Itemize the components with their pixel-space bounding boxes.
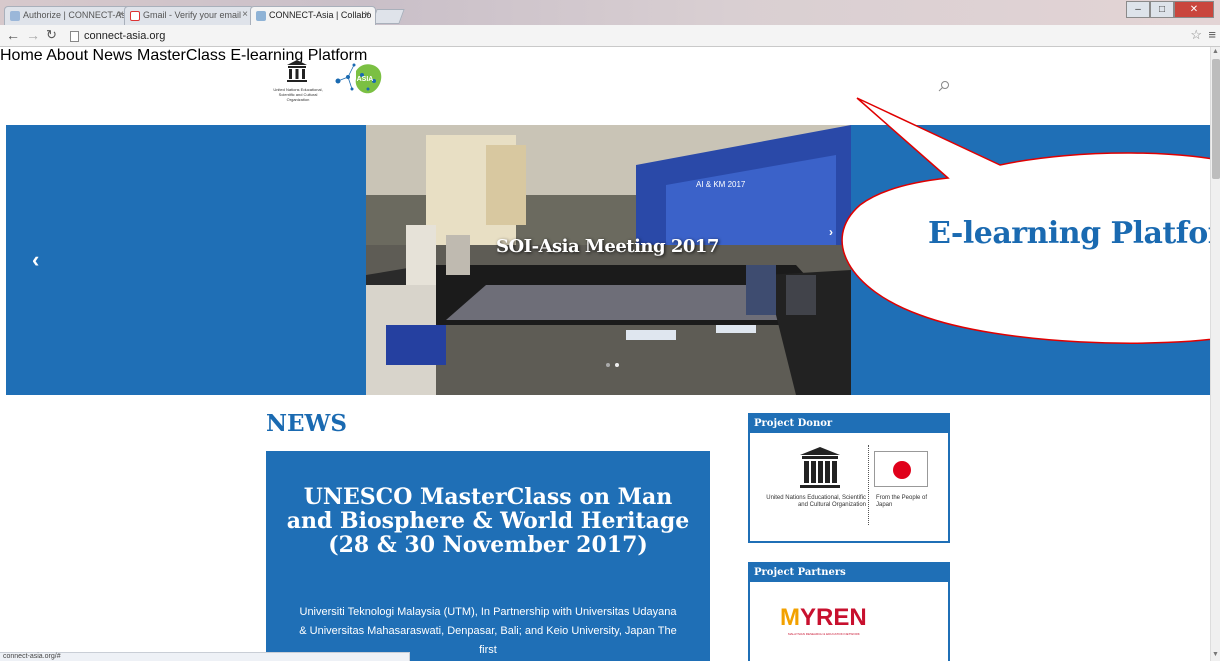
- browser-tab-connect-asia[interactable]: CONNECT-Asia | Collabo ×: [250, 6, 376, 25]
- myren-logo[interactable]: MYREN: [780, 604, 867, 632]
- donor-divider: [868, 445, 869, 525]
- nav-masterclass[interactable]: MasterClass: [137, 47, 226, 64]
- tab-label: Gmail - Verify your email: [143, 10, 242, 20]
- myren-subtitle: MALAYSIAN RESEARCH & EDUCATION NETWORK: [788, 632, 860, 636]
- tab-favicon-icon: [10, 11, 20, 21]
- gmail-icon: [130, 11, 140, 21]
- scrollbar-thumb[interactable]: [1212, 59, 1220, 179]
- back-arrow-icon[interactable]: ←: [6, 28, 20, 42]
- tab-label: Authorize | CONNECT-As: [23, 10, 126, 20]
- hero-banner-text: AI & KM 2017: [696, 180, 746, 189]
- slider-dot-active[interactable]: [615, 363, 619, 367]
- close-window-button[interactable]: ✕: [1174, 1, 1214, 18]
- hero-caption: SOI-Asia Meeting 2017: [496, 236, 719, 257]
- news-card-title[interactable]: UNESCO MasterClass on Man and Biosphere …: [286, 485, 690, 557]
- slider-next-icon[interactable]: ›: [829, 225, 833, 239]
- page-scrollbar[interactable]: ▲ ▼: [1210, 47, 1220, 661]
- tab-favicon-icon: [256, 11, 266, 21]
- slider-dots: [606, 363, 619, 367]
- browser-tab-bar: Authorize | CONNECT-As × Gmail - Verify …: [0, 0, 1220, 25]
- unesco-logo[interactable]: United Nations Educational, Scientific a…: [268, 57, 326, 113]
- maximize-button[interactable]: □: [1150, 1, 1174, 18]
- scroll-up-icon[interactable]: ▲: [1212, 48, 1219, 55]
- forward-arrow-icon[interactable]: →: [26, 28, 40, 42]
- meeting-photo: AI & KM 2017: [366, 125, 851, 395]
- browser-tab-authorize[interactable]: Authorize | CONNECT-As ×: [4, 6, 130, 25]
- main-nav: Home About News MasterClass E-learning P…: [0, 47, 1210, 65]
- close-tab-icon[interactable]: ×: [364, 9, 370, 20]
- japan-flag-icon: [874, 451, 928, 487]
- unesco-logo-caption: United Nations Educational, Scientific a…: [273, 87, 323, 102]
- connect-asia-logo[interactable]: ASIA: [332, 57, 386, 101]
- connect-logo-text: ASIA: [357, 76, 374, 83]
- page-icon: [70, 31, 79, 42]
- browser-toolbar: ← → ↻ connect-asia.org ☆ ≡: [0, 25, 1220, 47]
- japan-donor-text: From the People of Japan: [876, 495, 928, 508]
- search-icon[interactable]: [938, 80, 950, 92]
- nav-about[interactable]: About: [46, 47, 88, 64]
- news-heading: NEWS: [266, 410, 347, 437]
- hero-slider: AI & KM 2017 SOI-Asia Meeting 2017 ‹ ›: [6, 125, 1210, 395]
- address-bar[interactable]: connect-asia.org: [68, 28, 1193, 44]
- window-controls: – □ ✕: [1126, 1, 1214, 18]
- nav-home[interactable]: Home: [0, 47, 43, 64]
- status-bar-url: connect-asia.org/#: [0, 652, 410, 661]
- browser-tab-gmail[interactable]: Gmail - Verify your email ×: [124, 6, 254, 25]
- new-tab-button[interactable]: [371, 9, 405, 24]
- slider-prev-icon[interactable]: ‹: [32, 249, 39, 271]
- project-partners-title: Project Partners: [750, 564, 948, 582]
- nav-news[interactable]: News: [93, 47, 133, 64]
- tab-label: CONNECT-Asia | Collabo: [269, 10, 372, 20]
- close-tab-icon[interactable]: ×: [242, 9, 248, 20]
- unesco-donor-text: United Nations Educational, Scientific a…: [766, 495, 866, 508]
- project-donor-widget: Project Donor United Nations Educational…: [748, 413, 950, 543]
- browser-menu-icon[interactable]: ≡: [1208, 27, 1216, 42]
- reload-icon[interactable]: ↻: [46, 28, 57, 42]
- minimize-button[interactable]: –: [1126, 1, 1150, 18]
- project-partners-widget: Project Partners MYREN MALAYSIAN RESEARC…: [748, 562, 950, 661]
- bookmark-star-icon[interactable]: ☆: [1190, 27, 1202, 43]
- slider-dot[interactable]: [606, 363, 610, 367]
- unesco-donor-logo: [800, 447, 840, 488]
- scroll-down-icon[interactable]: ▼: [1212, 651, 1219, 658]
- address-bar-url: connect-asia.org: [84, 30, 166, 42]
- news-card[interactable]: UNESCO MasterClass on Man and Biosphere …: [266, 451, 710, 661]
- site-header: United Nations Educational, Scientific a…: [0, 47, 1210, 125]
- unesco-temple-icon: [287, 60, 307, 82]
- project-donor-title: Project Donor: [750, 415, 948, 433]
